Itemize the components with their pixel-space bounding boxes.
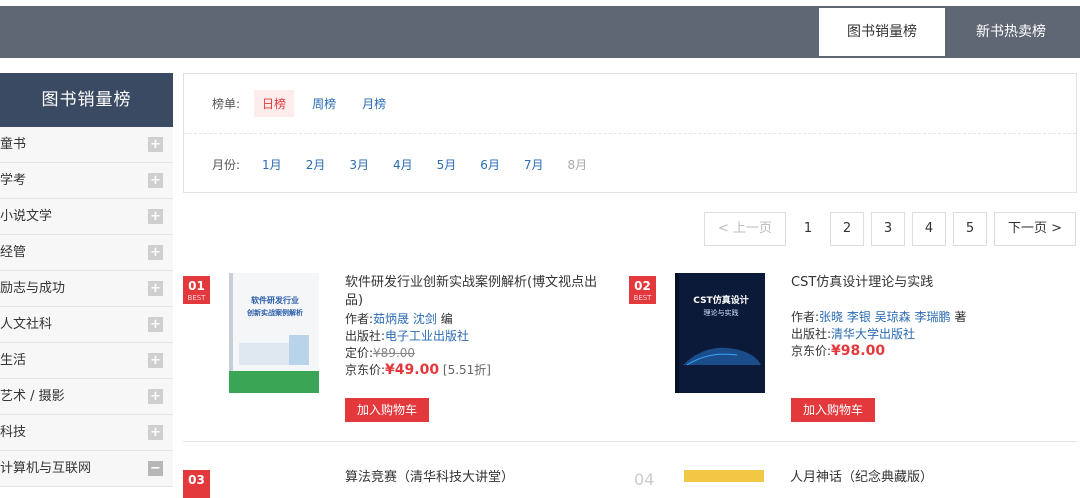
filter-panel: 榜单: 日榜 周榜 月榜 月份: 1月 2月 3月 4月 5月 6月 7月 8月 <box>183 73 1077 193</box>
add-to-cart-button[interactable]: 加入购物车 <box>345 398 429 422</box>
rank-badge: 02 BEST <box>629 276 656 304</box>
cover-title-1: CST仿真设计 <box>693 294 748 306</box>
cover-title-1: 软件研发行业 <box>251 295 299 305</box>
expand-icon[interactable]: + <box>148 317 163 332</box>
sidebar-item-business[interactable]: 经管 + <box>0 235 173 271</box>
tab-new-book-hot[interactable]: 新书热卖榜 <box>955 8 1067 56</box>
cover-title-2: 理论与实践 <box>704 308 739 317</box>
sidebar-item-science[interactable]: 科技 + <box>0 415 173 451</box>
month-7[interactable]: 7月 <box>524 156 544 173</box>
book-cover-image[interactable] <box>684 470 764 482</box>
sidebar-title: 图书销量榜 <box>0 73 173 127</box>
jd-price: ¥98.00 <box>831 343 886 359</box>
rank-badge: 03 <box>183 470 210 498</box>
month-2[interactable]: 2月 <box>306 156 326 173</box>
discount: [5.51折] <box>442 363 491 377</box>
page-2[interactable]: 2 <box>830 212 864 246</box>
book-publisher[interactable]: 清华大学出版社 <box>831 327 915 341</box>
expand-icon[interactable]: + <box>148 389 163 404</box>
month-1[interactable]: 1月 <box>262 156 282 173</box>
tab-book-sales-rank[interactable]: 图书销量榜 <box>819 8 945 56</box>
book-cover-image[interactable]: CST仿真设计 理论与实践 <box>675 273 765 393</box>
expand-icon[interactable]: + <box>148 281 163 296</box>
list-filter-row: 榜单: 日榜 周榜 月榜 <box>184 74 1076 134</box>
page-5[interactable]: 5 <box>953 212 987 246</box>
prev-page-button[interactable]: < 上一页 <box>704 212 786 246</box>
book-title[interactable]: 算法竞赛（清华科技大讲堂） <box>345 466 514 485</box>
expand-icon[interactable]: + <box>148 137 163 152</box>
book-title[interactable]: 软件研发行业创新实战案例解析(博文视点出品) <box>345 274 600 310</box>
month-4[interactable]: 4月 <box>393 156 413 173</box>
book-info: 软件研发行业创新实战案例解析(博文视点出品) 作者:茹炳晟 沈剑 编 出版社:电… <box>345 274 600 379</box>
sidebar-item-art[interactable]: 艺术 / 摄影 + <box>0 379 173 415</box>
sidebar-item-exam[interactable]: 学考 + <box>0 163 173 199</box>
month-label: 月份: <box>212 157 241 172</box>
page-3[interactable]: 3 <box>871 212 905 246</box>
cover-title-2: 创新实战案例解析 <box>246 308 303 317</box>
month-8: 8月 <box>567 157 588 172</box>
pagination: < 上一页 1 2 3 4 5 下一页 > <box>697 212 1076 246</box>
category-sidebar: 图书销量榜 童书 + 学考 + 小说文学 + 经管 + 励志与成功 + 人文社科 + 生活 +… <box>0 73 173 487</box>
list-price: ¥89.00 <box>373 346 416 360</box>
next-page-button[interactable]: 下一页 > <box>994 212 1076 246</box>
expand-icon[interactable]: + <box>148 353 163 368</box>
expand-icon[interactable]: + <box>148 173 163 188</box>
book-title[interactable]: CST仿真设计理论与实践 <box>791 274 1046 292</box>
add-to-cart-button[interactable]: 加入购物车 <box>791 398 875 422</box>
sidebar-item-humanities[interactable]: 人文社科 + <box>0 307 173 343</box>
book-authors[interactable]: 茹炳晟 沈剑 <box>373 312 437 326</box>
sidebar-item-fiction[interactable]: 小说文学 + <box>0 199 173 235</box>
expand-icon[interactable]: + <box>148 245 163 260</box>
expand-icon[interactable]: + <box>148 209 163 224</box>
book-publisher[interactable]: 电子工业出版社 <box>385 329 469 343</box>
collapse-icon[interactable]: − <box>148 461 163 476</box>
month-3[interactable]: 3月 <box>349 156 369 173</box>
page-1: 1 <box>793 212 823 246</box>
filter-weekly[interactable]: 周榜 <box>304 90 344 117</box>
book-title[interactable]: 人月神话（纪念典藏版） <box>790 466 933 485</box>
book-item: 01 BEST 软件研发行业 创新实战案例解析 软件研发行业创新实战案例解析(博… <box>183 270 623 430</box>
filter-daily[interactable]: 日榜 <box>254 90 295 117</box>
page-4[interactable]: 4 <box>912 212 946 246</box>
jd-price: ¥49.00 <box>385 362 440 378</box>
month-6[interactable]: 6月 <box>480 156 500 173</box>
filter-monthly[interactable]: 月榜 <box>354 90 394 117</box>
sidebar-item-life[interactable]: 生活 + <box>0 343 173 379</box>
book-item: 02 BEST CST仿真设计 理论与实践 CST仿真设计理论与实践 作者:张晓… <box>629 270 1069 430</box>
month-filter-row: 月份: 1月 2月 3月 4月 5月 6月 7月 8月 <box>184 134 1076 194</box>
book-authors[interactable]: 张晓 李银 吴琼森 李瑞鹏 <box>819 310 950 324</box>
top-nav-bar: 图书销量榜 新书热卖榜 <box>0 6 1080 58</box>
rank-label: 04 <box>634 470 655 489</box>
row-divider <box>183 441 1077 442</box>
rank-badge: 01 BEST <box>183 276 210 304</box>
sidebar-item-children[interactable]: 童书 + <box>0 127 173 163</box>
book-info: CST仿真设计理论与实践 作者:张晓 李银 吴琼森 李瑞鹏 著 出版社:清华大学… <box>791 274 1046 360</box>
list-label: 榜单: <box>212 97 241 111</box>
month-5[interactable]: 5月 <box>437 156 457 173</box>
expand-icon[interactable]: + <box>148 425 163 440</box>
book-cover-image[interactable]: 软件研发行业 创新实战案例解析 <box>229 273 319 393</box>
sidebar-item-inspiration[interactable]: 励志与成功 + <box>0 271 173 307</box>
